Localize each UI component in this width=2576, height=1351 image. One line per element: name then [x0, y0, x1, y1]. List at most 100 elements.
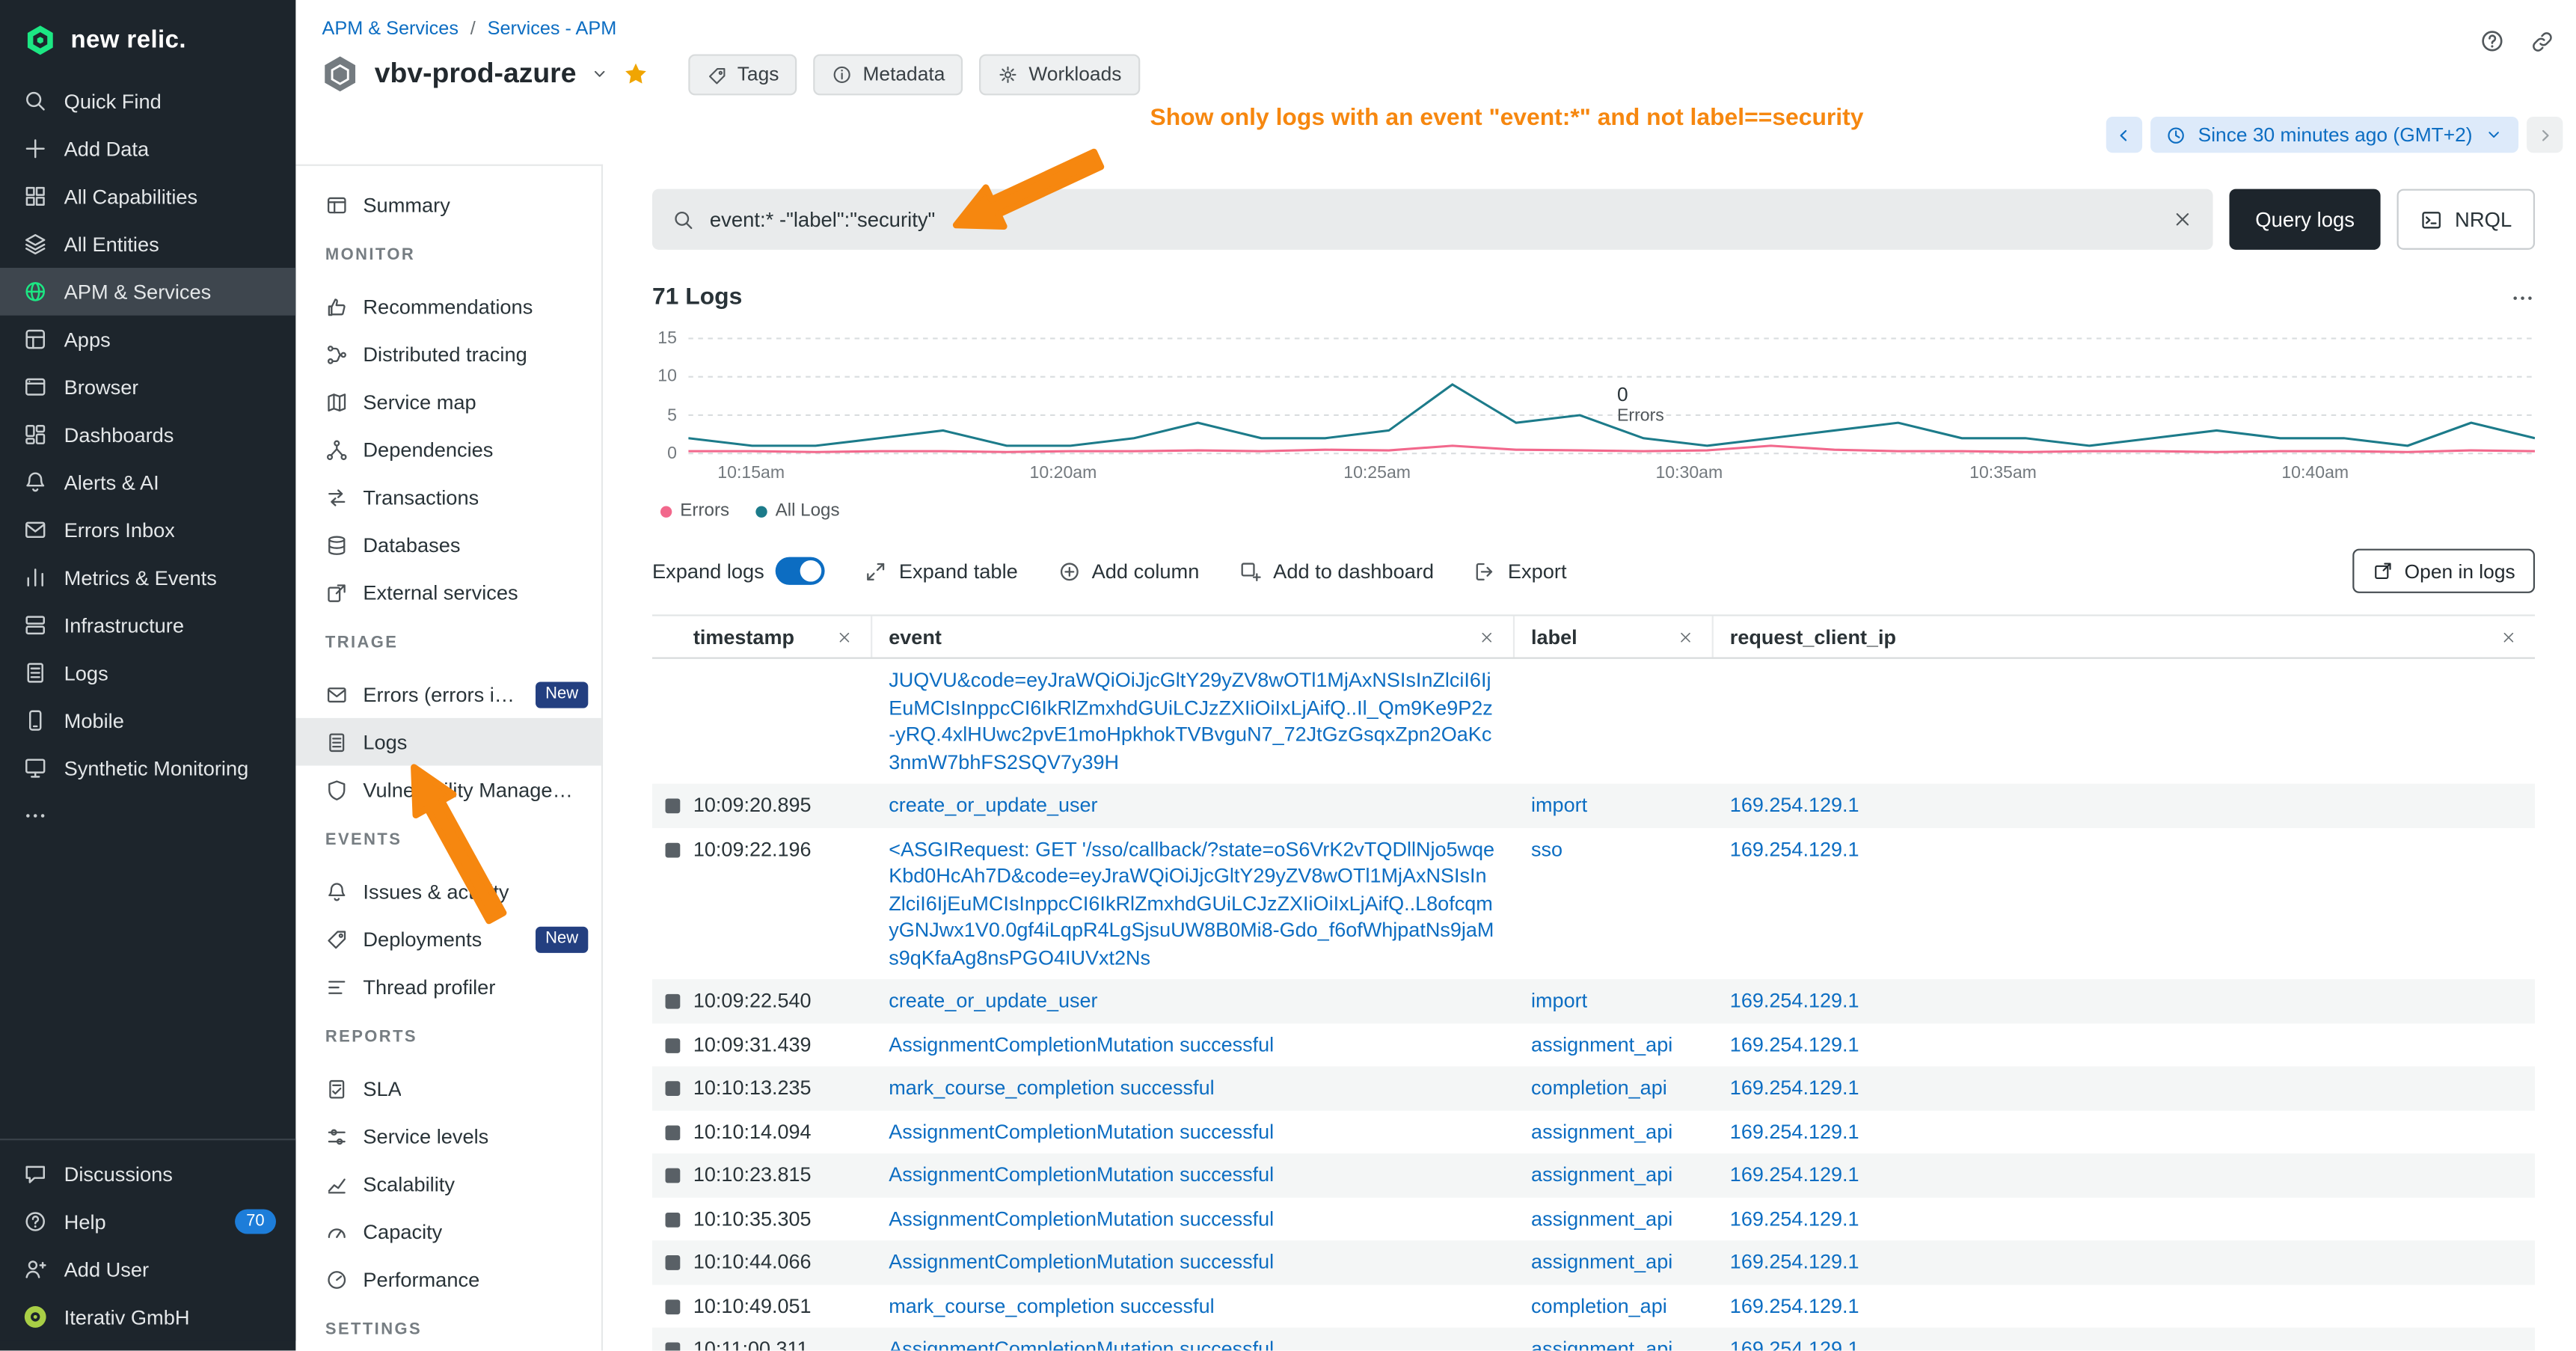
- sidebar-item-errors-inbox[interactable]: Errors Inbox: [0, 506, 295, 554]
- request-client-ip-link[interactable]: 169.254.129.1: [1730, 1163, 1859, 1186]
- table-row[interactable]: 10:09:20.895create_or_update_userimport1…: [652, 784, 2535, 827]
- subnav-item-scalability[interactable]: Scalability: [295, 1160, 601, 1208]
- expand-logs-toggle[interactable]: [776, 557, 825, 585]
- label-link[interactable]: import: [1531, 989, 1587, 1012]
- legend-item-all-logs[interactable]: All Logs: [755, 501, 839, 521]
- label-link[interactable]: assignment_api: [1531, 1207, 1672, 1230]
- subnav-item-vulnerability-management[interactable]: Vulnerability Management: [295, 766, 601, 814]
- request-client-ip-link[interactable]: 169.254.129.1: [1730, 1207, 1859, 1230]
- event-link[interactable]: mark_course_completion successful: [889, 1076, 1214, 1100]
- sidebar-item-discussions[interactable]: Discussions: [0, 1150, 295, 1198]
- table-row[interactable]: 10:10:44.066AssignmentCompletionMutation…: [652, 1240, 2535, 1284]
- row-checkbox[interactable]: [666, 1081, 681, 1096]
- label-link[interactable]: completion_api: [1531, 1076, 1667, 1100]
- event-link[interactable]: AssignmentCompletionMutation successful: [889, 1163, 1274, 1186]
- favorite-star-icon[interactable]: [622, 61, 648, 87]
- sidebar-item-alerts-ai[interactable]: Alerts & AI: [0, 459, 295, 506]
- sidebar-item-quick-find[interactable]: Quick Find: [0, 77, 295, 125]
- subnav-item-service-levels[interactable]: Service levels: [295, 1112, 601, 1160]
- event-link[interactable]: JUQVU&code=eyJraWQiOiJjcGltY29yZV8wOTl1M…: [889, 669, 1493, 773]
- row-checkbox[interactable]: [666, 1255, 681, 1270]
- sidebar-item-metrics-events[interactable]: Metrics & Events: [0, 554, 295, 601]
- logs-search-box[interactable]: event:* -"label":"security": [652, 189, 2212, 250]
- chart-more-button[interactable]: [2510, 285, 2535, 310]
- table-row[interactable]: 10:09:22.540create_or_update_userimport1…: [652, 979, 2535, 1023]
- remove-column-button[interactable]: [836, 628, 853, 645]
- sidebar-item-iterativ-gmbh[interactable]: Iterativ GmbH: [0, 1293, 295, 1341]
- row-checkbox[interactable]: [666, 1212, 681, 1227]
- sidebar-item-browser[interactable]: Browser: [0, 363, 295, 411]
- time-forward-button[interactable]: [2527, 117, 2563, 153]
- subnav-item-logs[interactable]: Logs: [295, 718, 601, 766]
- table-row[interactable]: 10:10:35.305AssignmentCompletionMutation…: [652, 1197, 2535, 1240]
- table-row[interactable]: 10:11:00.311AssignmentCompletionMutation…: [652, 1328, 2535, 1351]
- sidebar-item-help[interactable]: Help70: [0, 1198, 295, 1246]
- remove-column-button[interactable]: [1678, 628, 1694, 645]
- request-client-ip-link[interactable]: 169.254.129.1: [1730, 1032, 1859, 1056]
- event-link[interactable]: AssignmentCompletionMutation successful: [889, 1120, 1274, 1143]
- label-link[interactable]: assignment_api: [1531, 1338, 1672, 1351]
- row-checkbox[interactable]: [666, 798, 681, 813]
- sidebar-item-all-capabilities[interactable]: All Capabilities: [0, 173, 295, 221]
- row-checkbox[interactable]: [666, 994, 681, 1009]
- table-row[interactable]: JUQVU&code=eyJraWQiOiJjcGltY29yZV8wOTl1M…: [652, 659, 2535, 784]
- clear-search-button[interactable]: [2171, 209, 2193, 230]
- table-row[interactable]: 10:09:22.196<ASGIRequest: GET '/sso/call…: [652, 827, 2535, 979]
- label-link[interactable]: import: [1531, 794, 1587, 817]
- subnav-item-thread-profiler[interactable]: Thread profiler: [295, 963, 601, 1011]
- event-link[interactable]: create_or_update_user: [889, 989, 1097, 1012]
- event-link[interactable]: AssignmentCompletionMutation successful: [889, 1032, 1274, 1056]
- query-logs-button[interactable]: Query logs: [2229, 189, 2381, 250]
- event-link[interactable]: <ASGIRequest: GET '/sso/callback/?state=…: [889, 837, 1494, 969]
- subnav-item-recommendations[interactable]: Recommendations: [295, 283, 601, 331]
- row-checkbox[interactable]: [666, 842, 681, 857]
- column-header-event[interactable]: event: [872, 616, 1515, 658]
- remove-column-button[interactable]: [1479, 628, 1495, 645]
- subnav-item-service-map[interactable]: Service map: [295, 378, 601, 426]
- add-to-dashboard-button[interactable]: Add to dashboard: [1239, 560, 1434, 583]
- event-link[interactable]: AssignmentCompletionMutation successful: [889, 1250, 1274, 1273]
- event-link[interactable]: mark_course_completion successful: [889, 1294, 1214, 1317]
- row-checkbox[interactable]: [666, 1168, 681, 1183]
- label-link[interactable]: assignment_api: [1531, 1032, 1672, 1056]
- subnav-item-transactions[interactable]: Transactions: [295, 474, 601, 521]
- help-button[interactable]: [2474, 23, 2510, 59]
- subnav-item-distributed-tracing[interactable]: Distributed tracing: [295, 330, 601, 378]
- newrelic-logo[interactable]: new relic.: [0, 0, 295, 77]
- add-column-button[interactable]: Add column: [1057, 560, 1199, 583]
- sidebar-item-mobile[interactable]: Mobile: [0, 696, 295, 744]
- request-client-ip-link[interactable]: 169.254.129.1: [1730, 837, 1859, 860]
- table-row[interactable]: 10:10:49.051mark_course_completion succe…: [652, 1284, 2535, 1327]
- sidebar-item-more[interactable]: [0, 792, 295, 840]
- label-link[interactable]: sso: [1531, 837, 1563, 860]
- sidebar-item-apps[interactable]: Apps: [0, 316, 295, 364]
- request-client-ip-link[interactable]: 169.254.129.1: [1730, 1120, 1859, 1143]
- table-row[interactable]: 10:10:13.235mark_course_completion succe…: [652, 1066, 2535, 1109]
- request-client-ip-link[interactable]: 169.254.129.1: [1730, 1294, 1859, 1317]
- column-header-request-client-ip[interactable]: request_client_ip: [1714, 616, 2535, 658]
- sidebar-item-add-user[interactable]: Add User: [0, 1246, 295, 1293]
- expand-table-button[interactable]: Expand table: [865, 560, 1018, 583]
- event-link[interactable]: AssignmentCompletionMutation successful: [889, 1207, 1274, 1230]
- time-back-button[interactable]: [2106, 117, 2142, 153]
- column-header-label[interactable]: label: [1515, 616, 1714, 658]
- label-link[interactable]: assignment_api: [1531, 1250, 1672, 1273]
- row-checkbox[interactable]: [666, 1038, 681, 1053]
- subnav-item-capacity[interactable]: Capacity: [295, 1207, 601, 1255]
- request-client-ip-link[interactable]: 169.254.129.1: [1730, 989, 1859, 1012]
- chip-metadata[interactable]: Metadata: [814, 53, 963, 94]
- subnav-item-databases[interactable]: Databases: [295, 521, 601, 569]
- label-link[interactable]: assignment_api: [1531, 1120, 1672, 1143]
- chip-workloads[interactable]: Workloads: [980, 53, 1140, 94]
- request-client-ip-link[interactable]: 169.254.129.1: [1730, 794, 1859, 817]
- permalink-button[interactable]: [2524, 23, 2560, 59]
- search-input[interactable]: event:* -"label":"security": [710, 208, 2157, 231]
- legend-item-errors[interactable]: Errors: [660, 501, 729, 521]
- subnav-item-summary[interactable]: Summary: [295, 181, 601, 229]
- subnav-item-external-services[interactable]: External services: [295, 569, 601, 616]
- row-checkbox[interactable]: [666, 1299, 681, 1314]
- remove-column-button[interactable]: [2500, 628, 2517, 645]
- event-link[interactable]: create_or_update_user: [889, 794, 1097, 817]
- sidebar-item-dashboards[interactable]: Dashboards: [0, 411, 295, 459]
- nrql-button[interactable]: NRQL: [2397, 189, 2535, 250]
